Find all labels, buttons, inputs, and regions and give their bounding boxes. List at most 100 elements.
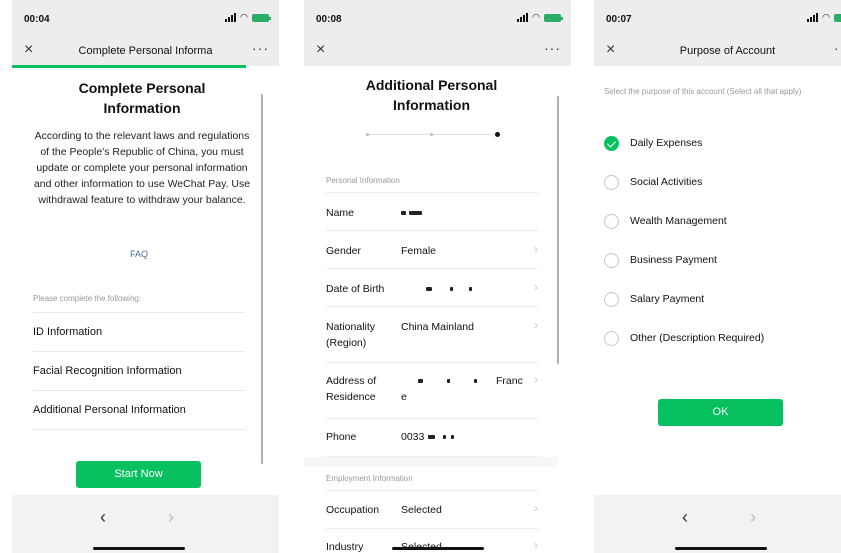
chevron-right-icon: › [534, 280, 538, 294]
home-indicator[interactable] [93, 547, 185, 550]
home-indicator[interactable] [675, 547, 767, 550]
more-icon[interactable]: ··· [834, 40, 841, 56]
signal-icon [517, 13, 529, 22]
status-time: 00:08 [316, 14, 342, 25]
option-label: Salary Payment [630, 293, 705, 305]
scrollbar[interactable] [557, 96, 559, 364]
phone-screen-complete-info: 00:04 ◠ × Complete Personal Informa ··· … [12, 0, 279, 553]
chevron-right-icon: › [534, 501, 538, 515]
chevron-right-icon: › [534, 318, 538, 332]
status-bar: 00:04 ◠ [12, 0, 279, 38]
field-label-line-1: Nationality [326, 321, 376, 333]
wifi-icon: ◠ [240, 12, 248, 22]
field-address[interactable]: Address of Residence Franc e › [326, 363, 538, 419]
section-label: Please complete the following: [33, 294, 142, 303]
list-item-facial-recognition[interactable]: Facial Recognition Information [33, 352, 245, 391]
radio-button[interactable] [604, 331, 619, 346]
scrollbar[interactable] [261, 94, 263, 464]
check-icon[interactable] [604, 136, 619, 151]
step-indicator [366, 132, 500, 138]
field-label: Date of Birth [326, 283, 385, 295]
field-gender[interactable]: Gender Female › [326, 231, 538, 269]
step-dot-3-current [495, 132, 500, 137]
nav-bar: × ··· [304, 38, 571, 66]
field-label: Name [326, 207, 355, 219]
forward-icon[interactable]: › [750, 507, 756, 528]
instruction-text: Select the purpose of this account (Sele… [604, 87, 802, 96]
close-icon[interactable]: × [24, 41, 33, 59]
option-other[interactable]: Other (Description Required) [604, 329, 824, 349]
ok-button[interactable]: OK [658, 399, 783, 426]
chevron-right-icon: › [534, 538, 538, 552]
field-label-line-1: Address of [326, 375, 377, 387]
option-salary-payment[interactable]: Salary Payment [604, 290, 824, 310]
address-value-end: Franc [496, 375, 523, 387]
wifi-icon: ◠ [822, 12, 830, 22]
page-title: Additional Personal Information [344, 75, 519, 115]
chevron-right-icon: › [534, 242, 538, 256]
status-time: 00:07 [606, 14, 632, 25]
dob-value-masked [426, 281, 480, 297]
address-value-masked [418, 373, 485, 389]
field-value: Selected [401, 539, 442, 553]
bottom-nav-bar: ‹ › [12, 495, 279, 553]
field-phone[interactable]: Phone 0033 [326, 419, 538, 457]
option-business-payment[interactable]: Business Payment [604, 251, 824, 271]
status-bar: 00:07 ◠ [594, 0, 841, 38]
nav-title: Complete Personal Informa [78, 45, 213, 57]
system-icons: ◠ [807, 13, 841, 22]
description-text: According to the relevant laws and regul… [33, 130, 251, 206]
page-title-line-2: Information [103, 100, 181, 116]
address-value-wrap: e [401, 391, 407, 403]
more-icon[interactable]: ··· [252, 40, 269, 56]
radio-button[interactable] [604, 214, 619, 229]
phone-prefix: 0033 [401, 431, 425, 443]
list-item-id-information[interactable]: ID Information [33, 313, 245, 352]
step-dot-2 [430, 133, 433, 136]
radio-button[interactable] [604, 292, 619, 307]
forward-icon[interactable]: › [168, 507, 174, 528]
option-social-activities[interactable]: Social Activities [604, 173, 824, 193]
field-value: China Mainland [401, 321, 474, 333]
option-label: Daily Expenses [630, 137, 703, 149]
option-daily-expenses[interactable]: Daily Expenses [604, 134, 824, 154]
more-icon[interactable]: ··· [544, 40, 561, 56]
status-time: 00:04 [24, 14, 50, 25]
option-label: Other (Description Required) [630, 332, 765, 344]
start-now-button[interactable]: Start Now [76, 461, 201, 488]
page-title-line-2: Information [393, 97, 470, 113]
radio-button[interactable] [604, 253, 619, 268]
list-item-label: Facial Recognition Information [33, 365, 182, 377]
signal-icon [807, 13, 819, 22]
wifi-icon: ◠ [532, 12, 540, 22]
field-nationality[interactable]: Nationality (Region) China Mainland › [326, 307, 538, 363]
field-label: Industry [326, 541, 364, 553]
employment-section-label: Employment Information [326, 474, 413, 483]
home-indicator[interactable] [392, 547, 484, 550]
close-icon[interactable]: × [316, 41, 325, 59]
back-icon[interactable]: ‹ [682, 507, 688, 528]
radio-button[interactable] [604, 175, 619, 190]
field-occupation[interactable]: Occupation Selected › [326, 491, 538, 529]
option-label: Wealth Management [630, 215, 727, 227]
page-title: Complete Personal Information [42, 78, 242, 118]
list-item-label: ID Information [33, 326, 103, 338]
chevron-right-icon: › [534, 372, 538, 386]
option-wealth-management[interactable]: Wealth Management [604, 212, 824, 232]
page-title-line-1: Additional Personal [365, 77, 498, 93]
battery-icon [834, 14, 841, 22]
status-bar: 00:08 ◠ [304, 0, 571, 38]
field-date-of-birth[interactable]: Date of Birth › [326, 269, 538, 307]
faq-link[interactable]: FAQ [12, 249, 266, 259]
option-label: Social Activities [630, 176, 703, 188]
field-name[interactable]: Name [326, 193, 538, 231]
nav-bar: × Complete Personal Informa ··· [12, 38, 279, 66]
field-label: Phone [326, 431, 357, 443]
nav-title: Purpose of Account [679, 45, 776, 57]
phone-screen-purpose-of-account: 00:07 ◠ × Purpose of Account ··· Select … [594, 0, 841, 553]
back-icon[interactable]: ‹ [100, 507, 106, 528]
field-label: Gender [326, 245, 362, 257]
signal-icon [225, 13, 237, 22]
close-icon[interactable]: × [606, 41, 615, 59]
list-item-additional-personal-info[interactable]: Additional Personal Information [33, 391, 245, 430]
